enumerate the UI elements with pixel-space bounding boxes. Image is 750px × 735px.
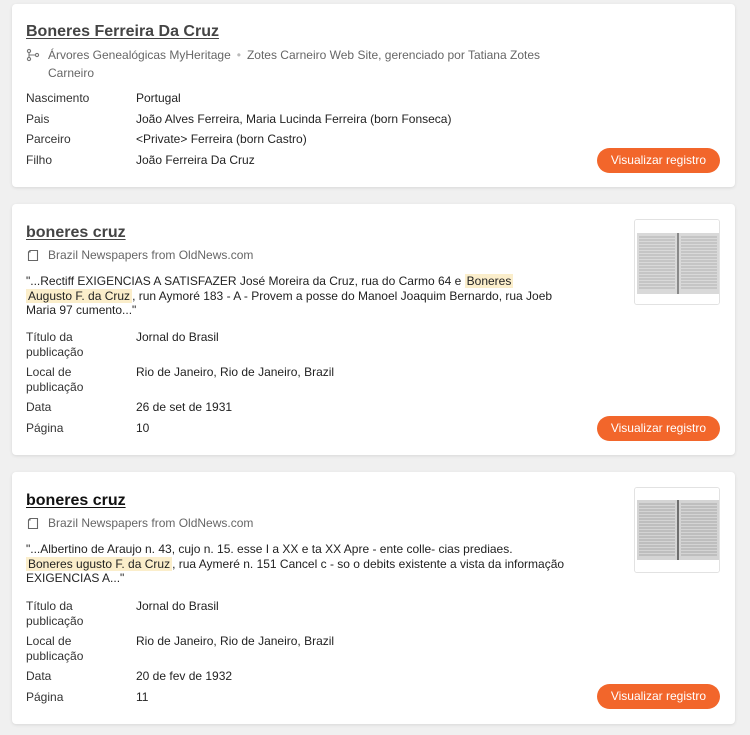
field-label: Pais [26, 112, 50, 126]
field-label: Título da publicação [26, 599, 84, 628]
record-source: Árvores Genealógicas MyHeritage • Zotes Ca… [26, 46, 586, 82]
field-label: Filho [26, 153, 53, 167]
field-label: Data [26, 400, 52, 414]
newspaper-page-image [635, 220, 719, 304]
source-site-cont: Carneiro [48, 66, 95, 80]
source-site[interactable]: Zotes Carneiro Web Site, gerenciado por … [247, 48, 540, 62]
newspaper-icon [26, 514, 40, 532]
newspaper-page-image [635, 488, 719, 572]
record-source: Brazil Newspapers from OldNews.com [26, 514, 253, 532]
field-value: Rio de Janeiro, Rio de Janeiro, Brazil [136, 365, 335, 379]
record-card-2: boneres cruz Brazil Newspapers from OldN… [12, 204, 735, 455]
field-label: Título da publicação [26, 330, 84, 359]
field-value: <Private> Ferreira (born Castro) [136, 132, 307, 146]
field-value: João Alves Ferreira, Maria Lucinda Ferre… [136, 112, 452, 126]
view-record-button[interactable]: Visualizar registro [596, 684, 720, 709]
record-card-3: boneres cruz Brazil Newspapers from OldN… [12, 472, 735, 724]
snippet-highlight: Augusto F. da Cruz [26, 288, 133, 303]
field-label: Página [26, 421, 64, 435]
field-label: Página [26, 690, 64, 704]
source-collection[interactable]: Árvores Genealógicas MyHeritage [48, 48, 231, 62]
field-value: 10 [136, 421, 150, 435]
newspaper-thumbnail[interactable] [634, 219, 720, 305]
field-value: João Ferreira Da Cruz [136, 153, 255, 167]
record-title[interactable]: boneres cruz [26, 224, 126, 242]
field-value: 20 de fev de 1932 [136, 669, 233, 683]
newspaper-thumbnail[interactable] [634, 487, 720, 573]
snippet-text: "...Rectiff EXIGENCIAS A SATISFAZER José… [26, 274, 465, 288]
newspaper-icon [26, 246, 40, 264]
field-value: Jornal do Brasil [136, 599, 219, 613]
view-record-button[interactable]: Visualizar registro [596, 416, 720, 441]
view-record-button[interactable]: Visualizar registro [596, 148, 720, 173]
field-label: Nascimento [26, 91, 90, 105]
source-collection[interactable]: Brazil Newspapers from OldNews.com [48, 514, 253, 532]
family-tree-icon [26, 46, 40, 64]
source-text: Árvores Genealógicas MyHeritage • Zotes Ca… [48, 48, 541, 80]
record-snippet: "...Albertino de Araujo n. 43, cujo n. 1… [26, 542, 566, 586]
snippet-highlight: Boneres ugusto F. da Cruz [26, 556, 173, 571]
field-label: Parceiro [26, 132, 71, 146]
snippet-highlight: Boneres [464, 274, 514, 288]
record-snippet: "...Rectiff EXIGENCIAS A SATISFAZER José… [26, 274, 566, 318]
field-value: Rio de Janeiro, Rio de Janeiro, Brazil [136, 634, 335, 648]
record-title[interactable]: boneres cruz [26, 492, 126, 510]
field-label: Local de publicação [26, 634, 84, 663]
field-value: Jornal do Brasil [136, 330, 219, 344]
field-value: Portugal [136, 91, 181, 105]
field-value: 11 [136, 690, 149, 704]
field-label: Data [26, 669, 52, 683]
snippet-text: "...Albertino de Araujo n. 43, cujo n. 1… [26, 542, 513, 556]
source-collection[interactable]: Brazil Newspapers from OldNews.com [48, 246, 253, 264]
record-source: Brazil Newspapers from OldNews.com [26, 246, 253, 264]
field-label: Local de publicação [26, 365, 84, 394]
record-card-1: Boneres Ferreira Da Cruz Árvores Genealó… [12, 4, 735, 187]
field-value: 26 de set de 1931 [136, 400, 233, 414]
record-title[interactable]: Boneres Ferreira Da Cruz [26, 23, 219, 41]
